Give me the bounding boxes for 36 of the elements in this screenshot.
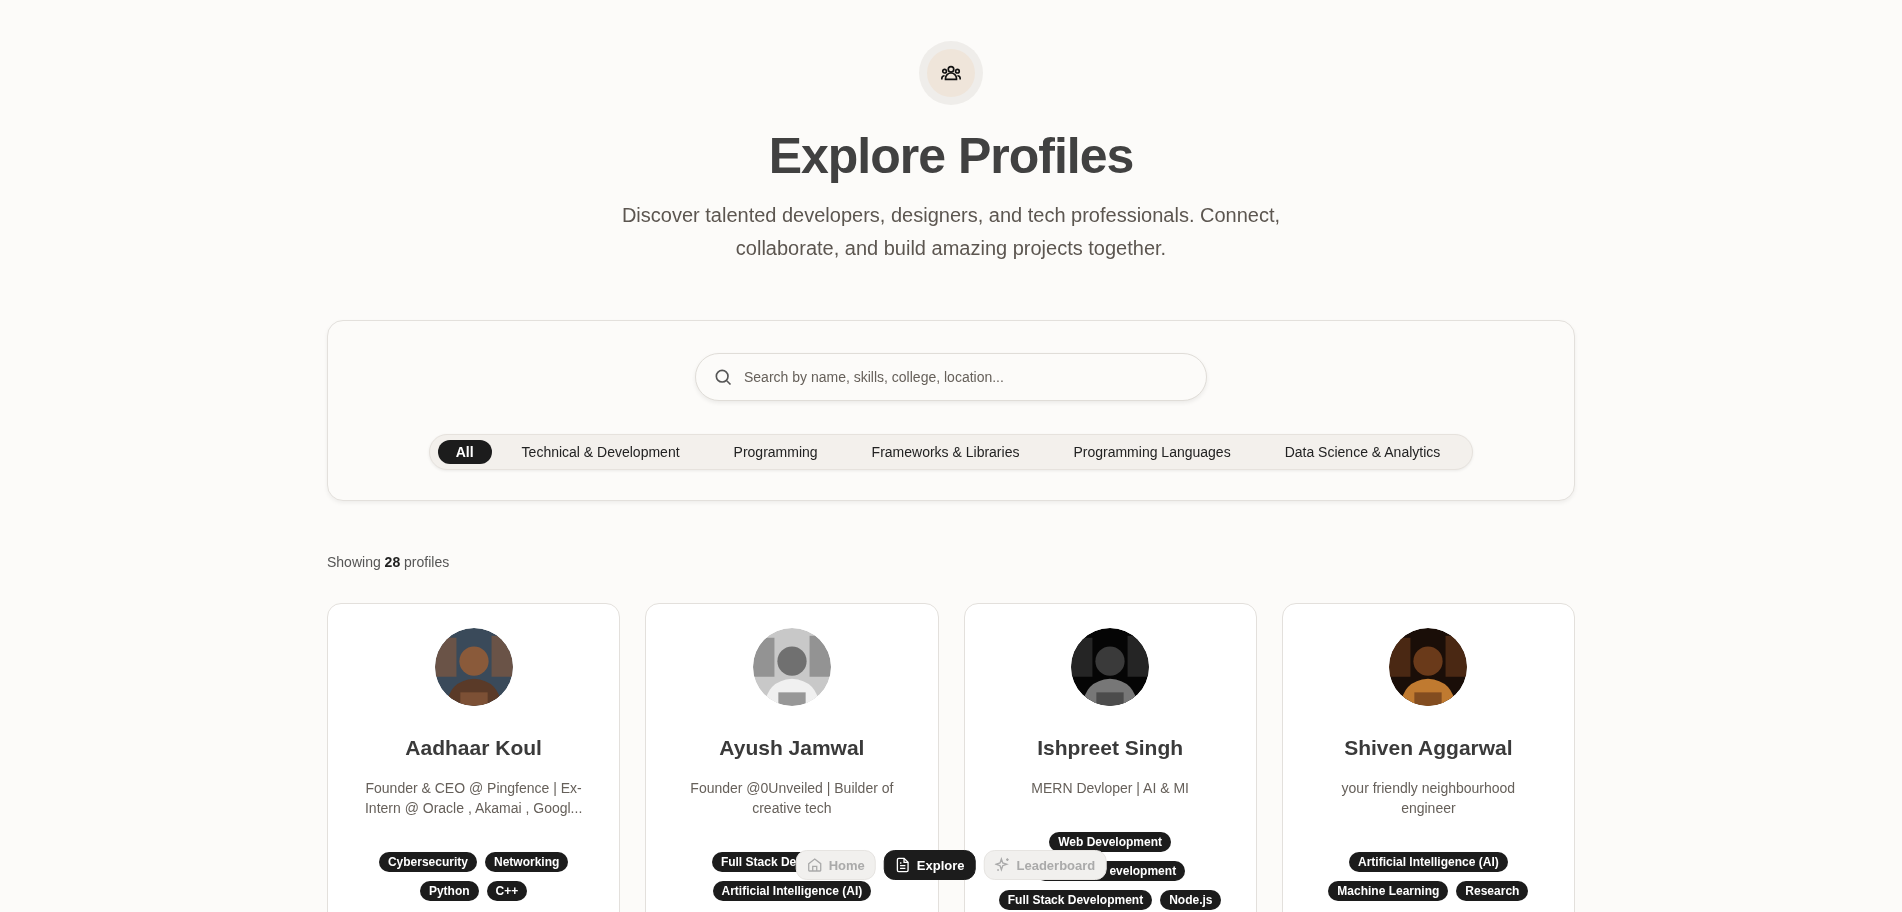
profile-name: Ayush Jamwal	[719, 736, 865, 760]
nav-item[interactable]: Explore	[883, 850, 976, 880]
results-count: Showing 28 profiles	[327, 554, 450, 570]
home-icon	[806, 857, 823, 873]
document-icon	[894, 857, 911, 873]
skill-tag: Machine Learning	[1328, 881, 1449, 901]
skill-tag: Python	[419, 881, 479, 901]
filter-tab[interactable]: Data Science & Analytics	[1260, 440, 1465, 464]
profile-bio: your friendly neighbourhood engineer	[1340, 779, 1517, 818]
filter-tab[interactable]: All	[437, 440, 492, 464]
filter-tab[interactable]: Frameworks & Libraries	[847, 440, 1044, 464]
profile-card[interactable]: Shiven Aggarwal your friendly neighbourhood engineer Artificial Intelligence (AI) Machine Learning Research	[1281, 603, 1575, 912]
profile-card[interactable]: Aadhaar Koul Founder & CEO @ Pingfence | Ex-Intern @ Oracle , Akamai , Googl... Cybersecurity Networking Python C++	[327, 603, 621, 912]
skill-tag: Artificial Intelligence (AI)	[1349, 852, 1508, 872]
skill-tag: Artificial Intelligence (AI)	[712, 881, 872, 901]
skill-tag: Node.js	[1160, 890, 1222, 910]
filter-tab[interactable]: Technical & Development	[497, 440, 704, 464]
filter-tab[interactable]: Programming Languages	[1049, 440, 1255, 464]
skill-tag: Full Stack Development	[998, 890, 1153, 910]
search-field[interactable]: Search by name, skills, college, location...	[695, 353, 1207, 401]
filter-tab[interactable]: Programming	[709, 440, 842, 464]
profile-name: Ishpreet Singh	[1037, 736, 1184, 760]
profile-name: Shiven Aggarwal	[1344, 736, 1513, 760]
page-subtitle: Discover talented developers, designers, and tech professionals. Connect, collaborate, and build amazing projects together.	[620, 203, 1282, 261]
skill-tag: C++	[486, 881, 528, 901]
profile-bio: Founder & CEO @ Pingfence | Ex-Intern @ Oracle , Akamai , Googl...	[363, 779, 584, 818]
skill-tag: Research	[1456, 881, 1529, 901]
sparkle-icon	[994, 857, 1011, 873]
search-icon	[713, 367, 733, 387]
page-title: Explore Profiles	[768, 127, 1134, 185]
skill-tag: Networking	[484, 852, 569, 872]
profile-bio: Founder @0Unveiled | Builder of creative tech	[689, 779, 895, 818]
profile-name: Aadhaar Koul	[405, 736, 542, 760]
skill-tag: Web Development	[1049, 832, 1172, 852]
skill-tag: Cybersecurity	[378, 852, 477, 872]
profile-bio: MERN Devloper | AI & MI	[1030, 779, 1190, 798]
